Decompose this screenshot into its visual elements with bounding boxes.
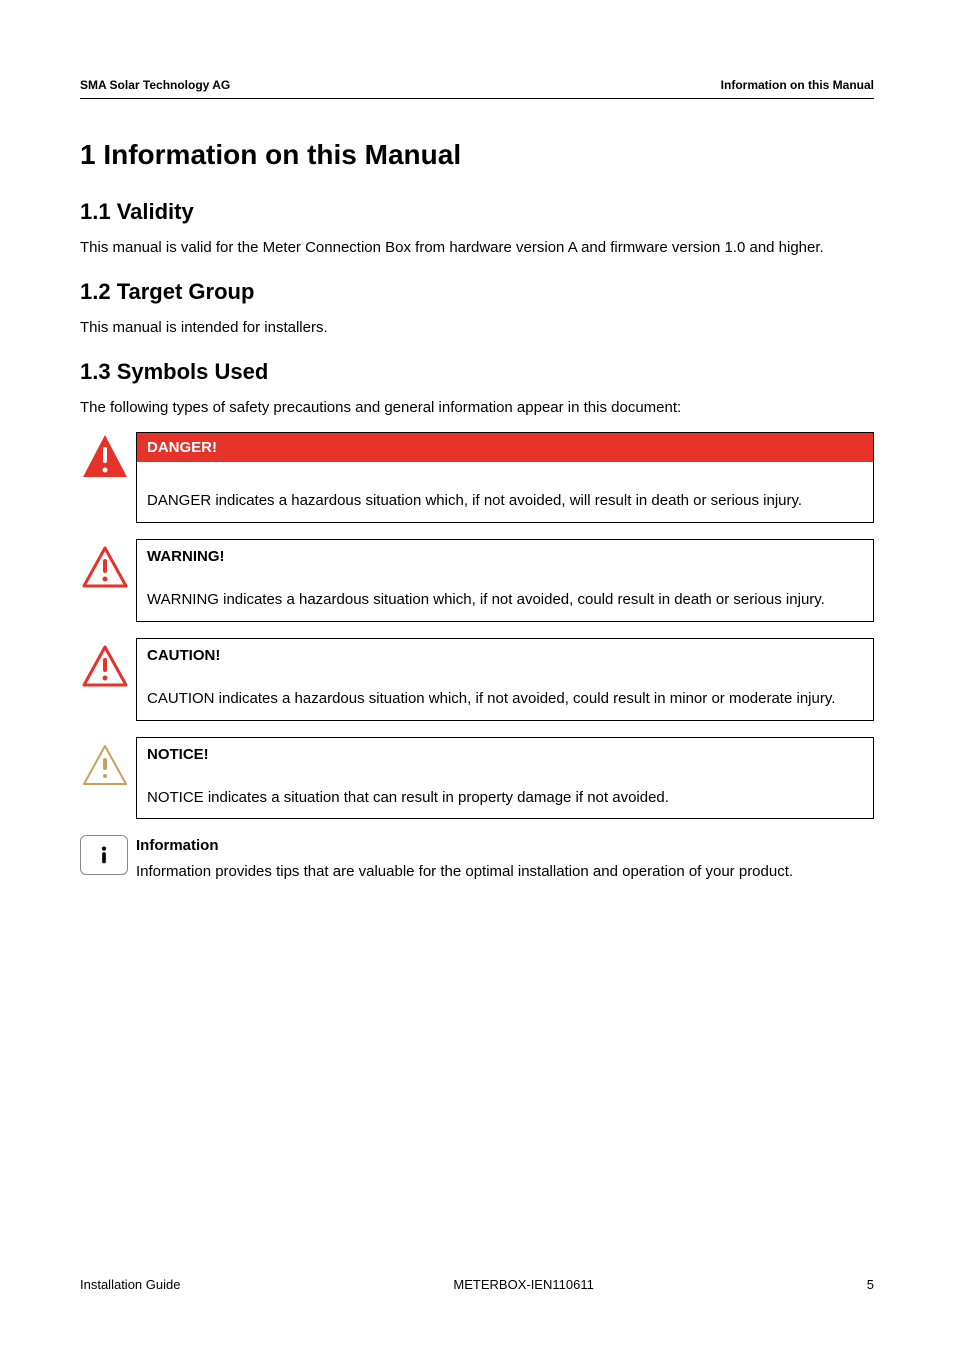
section-symbols-intro: The following types of safety precaution… (80, 397, 874, 419)
footer-center: METERBOX-IEN110611 (453, 1277, 593, 1292)
caution-icon (81, 643, 129, 691)
notice-text: NOTICE indicates a situation that can re… (137, 769, 873, 819)
section-target-body: This manual is intended for installers. (80, 317, 874, 339)
caution-text: CAUTION indicates a hazardous situation … (137, 670, 873, 720)
danger-icon (81, 433, 129, 481)
section-validity-title: 1.1 Validity (80, 199, 874, 225)
notice-label: NOTICE! (137, 738, 873, 769)
warning-text: WARNING indicates a hazardous situation … (137, 571, 873, 621)
information-row: Information Information provides tips th… (80, 835, 874, 883)
section-validity-body: This manual is valid for the Meter Conne… (80, 237, 874, 259)
information-label: Information (136, 835, 874, 857)
section-symbols-title: 1.3 Symbols Used (80, 359, 874, 385)
header-rule (80, 98, 874, 99)
footer-left: Installation Guide (80, 1277, 180, 1292)
notice-icon (81, 742, 129, 790)
doc-section: Information on this Manual (721, 78, 874, 92)
caution-label: CAUTION! (137, 639, 873, 670)
notice-box: NOTICE! NOTICE indicates a situation tha… (136, 737, 874, 820)
danger-text: DANGER indicates a hazardous situation w… (137, 462, 873, 522)
warning-icon (81, 544, 129, 592)
chapter-title: 1 Information on this Manual (80, 139, 874, 171)
footer-page-number: 5 (867, 1277, 874, 1292)
section-target-title: 1.2 Target Group (80, 279, 874, 305)
caution-box: CAUTION! CAUTION indicates a hazardous s… (136, 638, 874, 721)
warning-label: WARNING! (137, 540, 873, 571)
information-text: Information provides tips that are valua… (136, 863, 793, 880)
danger-label: DANGER! (137, 433, 873, 462)
danger-box: DANGER! DANGER indicates a hazardous sit… (136, 432, 874, 523)
information-icon (80, 835, 128, 875)
warning-box: WARNING! WARNING indicates a hazardous s… (136, 539, 874, 622)
company-name: SMA Solar Technology AG (80, 78, 230, 92)
